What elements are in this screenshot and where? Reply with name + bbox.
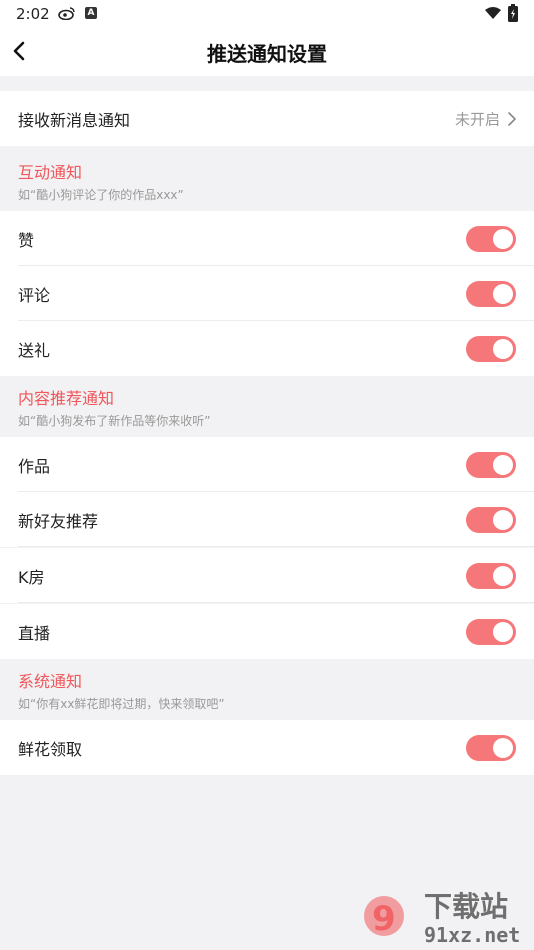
toggle-knob xyxy=(493,283,513,304)
watermark-text-top: 下载站 xyxy=(424,890,508,923)
setting-row-friend-recommend: 新好友推荐 xyxy=(0,492,534,547)
section-title: 互动通知 xyxy=(18,163,83,182)
chevron-right-icon xyxy=(508,111,516,126)
setting-row-like: 赞 xyxy=(0,211,534,266)
setting-row-gift: 送礼 xyxy=(0,321,534,376)
divider xyxy=(18,602,534,603)
setting-row-live: 直播 xyxy=(0,604,534,659)
battery-icon xyxy=(508,4,518,22)
watermark-text-bottom: 91xz.net xyxy=(424,923,520,947)
k-room-toggle[interactable] xyxy=(466,562,516,589)
receive-notification-label: 接收新消息通知 xyxy=(18,110,131,130)
setting-label: 送礼 xyxy=(18,340,51,360)
works-toggle[interactable] xyxy=(466,451,516,478)
setting-row-works: 作品 xyxy=(0,437,534,492)
section-content-recommend-header: 内容推荐通知 如“酷小狗发布了新作品等你来收听” xyxy=(0,377,534,437)
status-time: 2:02 xyxy=(16,5,50,23)
setting-row-k-room: K房 xyxy=(0,548,534,603)
comment-toggle[interactable] xyxy=(466,280,516,307)
toggle-knob xyxy=(493,509,513,530)
setting-label: K房 xyxy=(18,567,45,587)
section-system-header: 系统通知 如“你有xx鲜花即将过期，快来领取吧” xyxy=(0,660,534,720)
section-interaction-header: 互动通知 如“酷小狗评论了你的作品xxx” xyxy=(0,151,534,211)
page-title: 推送通知设置 xyxy=(207,42,327,66)
setting-label: 直播 xyxy=(18,623,51,643)
toggle-knob xyxy=(493,228,513,249)
section-title: 内容推荐通知 xyxy=(18,389,115,408)
toggle-knob xyxy=(493,737,513,758)
flower-claim-toggle[interactable] xyxy=(466,734,516,761)
svg-text:9: 9 xyxy=(372,899,396,939)
site-watermark-logo: 9 下载站 91xz.net xyxy=(364,890,520,947)
toggle-knob xyxy=(493,565,513,586)
status-bar: 2:02 A xyxy=(0,0,534,28)
receive-notification-row[interactable]: 接收新消息通知 未开启 xyxy=(0,91,534,146)
a-badge-icon: A xyxy=(85,7,97,19)
like-toggle[interactable] xyxy=(466,225,516,252)
weibo-icon xyxy=(58,7,75,20)
setting-label: 新好友推荐 xyxy=(18,511,99,531)
divider xyxy=(18,546,534,547)
section-subtitle: 如“酷小狗发布了新作品等你来收听” xyxy=(18,414,211,428)
section-subtitle: 如“酷小狗评论了你的作品xxx” xyxy=(18,188,184,202)
friend-recommend-toggle[interactable] xyxy=(466,506,516,533)
top-bar: 推送通知设置 xyxy=(0,28,534,76)
toggle-knob xyxy=(493,454,513,475)
setting-label: 赞 xyxy=(18,230,35,250)
toggle-knob xyxy=(493,338,513,359)
toggle-knob xyxy=(493,621,513,642)
section-title: 系统通知 xyxy=(18,672,83,691)
receive-notification-status: 未开启 xyxy=(454,110,500,128)
section-subtitle: 如“你有xx鲜花即将过期，快来领取吧” xyxy=(18,697,225,711)
gift-toggle[interactable] xyxy=(466,335,516,362)
setting-label: 作品 xyxy=(18,456,51,476)
setting-label: 鲜花领取 xyxy=(18,739,83,759)
live-toggle[interactable] xyxy=(466,618,516,645)
setting-row-flower-claim: 鲜花领取 xyxy=(0,720,534,775)
setting-row-comment: 评论 xyxy=(0,266,534,321)
wifi-icon xyxy=(485,7,501,19)
setting-label: 评论 xyxy=(18,285,51,305)
